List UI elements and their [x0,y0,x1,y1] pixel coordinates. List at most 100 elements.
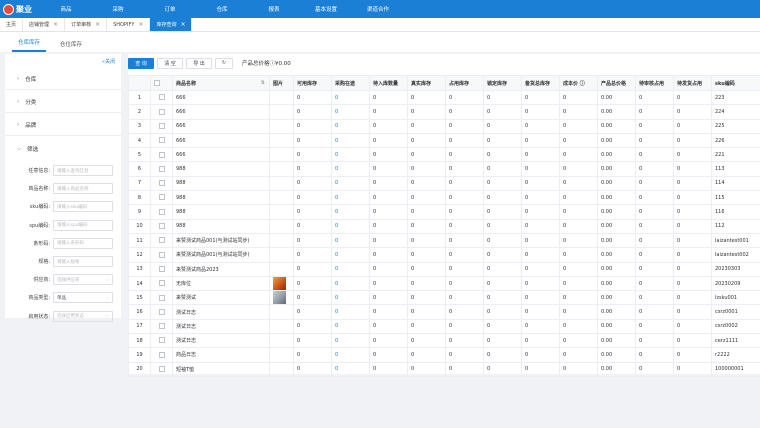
value-cell[interactable]: 0 [331,261,370,277]
value-cell[interactable]: 0 [331,89,370,106]
table-row[interactable]: 12 来赞测试商品001(与测试站同步) 0 0 0 0 0 0 0 0 0.00 0 0 laizant… [128,247,760,263]
table-row[interactable]: 2 666 0 0 0 0 0 0 0 0 0.00 0 0 224 [128,104,760,120]
filter-input[interactable]: 请输入查询信息 [53,165,113,176]
row-checkbox[interactable] [158,294,165,301]
row-checkbox-cell[interactable] [150,318,173,335]
sort-icon[interactable]: ⇅ [261,80,265,86]
value-cell[interactable]: 0 [331,232,370,249]
value-cell[interactable]: 0 [331,118,370,134]
value-cell[interactable]: 0 [331,304,370,320]
row-checkbox[interactable] [158,265,165,272]
table-row[interactable]: 15 来赞测试 0 0 0 0 0 0 0 0 0.00 0 0 lzsku001 [128,290,760,306]
row-checkbox[interactable] [158,280,165,287]
tab-4[interactable]: 库存查询 × [150,18,193,31]
row-checkbox-cell[interactable] [150,333,173,349]
value-cell[interactable]: 0 [331,147,370,163]
row-checkbox[interactable] [158,194,165,201]
row-checkbox[interactable] [158,323,165,330]
value-cell[interactable]: 0 [331,247,370,263]
table-row[interactable]: 16 测试日志 0 0 0 0 0 0 0 0 0.00 0 0 csrz0001 [128,304,760,320]
sidebar-section-0[interactable]: › 仓库 [5,68,121,90]
row-checkbox-cell[interactable] [150,204,173,220]
select-all-checkbox[interactable] [154,79,160,86]
value-cell[interactable]: 0 [331,218,370,234]
value-cell[interactable]: 0 [331,347,370,363]
row-checkbox[interactable] [158,251,165,258]
filter-input[interactable]: 请输入规格 [53,256,113,267]
row-checkbox-cell[interactable] [150,304,173,320]
filter-select[interactable]: 选择供应商 ⌵ [53,274,113,286]
table-row[interactable]: 17 测试日志 0 0 0 0 0 0 0 0 0.00 0 0 csrz0002 [128,318,760,335]
table-row[interactable]: 5 666 0 0 0 0 0 0 0 0 0.00 0 0 221 [128,147,760,163]
table-row[interactable]: 11 来赞测试商品001(与测试站同步) 0 0 0 0 0 0 0 0 0.00 0 0 laizant… [128,232,760,249]
tab-3[interactable]: SHOPIFY × [107,18,151,31]
filter-select[interactable]: 选择启用状态 ⌵ [53,310,113,322]
row-checkbox-cell[interactable] [150,275,173,292]
filter-select[interactable]: 单品 ⌵ [53,292,113,304]
table-row[interactable]: 1 666 0 0 0 0 0 0 0 0 0.00 0 0 223 [128,89,760,106]
close-tab-icon[interactable]: × [138,21,143,28]
subtab-0[interactable]: 仓库库存 [12,38,47,52]
row-checkbox-cell[interactable] [150,261,173,277]
table-row[interactable]: 6 988 0 0 0 0 0 0 0 0 0.00 0 0 113 [128,161,760,177]
row-checkbox[interactable] [158,223,165,230]
filter-input[interactable]: 请输入商品名称 [53,183,113,195]
row-checkbox[interactable] [158,351,165,358]
row-checkbox-cell[interactable] [150,132,173,149]
clear-button[interactable]: 清 空 [157,57,183,69]
refresh-button[interactable]: ↻ [215,57,233,69]
filter-input[interactable]: 请输入条形码 [53,237,113,249]
nav-item-5[interactable]: 基本设置 [300,5,352,13]
column-header-2[interactable]: 商品名称 ⇅ [172,75,270,91]
nav-item-6[interactable]: 渠道合作 [352,5,404,13]
nav-item-2[interactable]: 订单 [144,5,196,13]
nav-item-1[interactable]: 采购 [92,5,144,13]
close-tab-icon[interactable]: × [95,21,100,28]
column-header-1[interactable] [150,75,173,91]
row-checkbox[interactable] [158,337,165,344]
table-row[interactable]: 18 测试日志 0 0 0 0 0 0 0 0 0.00 0 0 cerz1111 [128,333,760,349]
sidebar-section-1[interactable]: › 分类 [5,91,121,113]
value-cell[interactable]: 0 [331,161,370,177]
tab-1[interactable]: 店铺管理 × [23,18,66,31]
row-checkbox-cell[interactable] [150,104,173,120]
tab-0[interactable]: 主页 [0,18,24,31]
row-checkbox[interactable] [158,94,165,101]
value-cell[interactable]: 0 [331,318,370,335]
tab-2[interactable]: 订单审核 × [65,18,108,31]
row-checkbox-cell[interactable] [150,347,173,363]
row-checkbox-cell[interactable] [150,161,173,177]
filter-input[interactable]: 请输入sku编码 [53,201,113,213]
table-row[interactable]: 8 988 0 0 0 0 0 0 0 0 0.00 0 0 115 [128,190,760,206]
row-checkbox[interactable] [158,366,165,373]
row-checkbox-cell[interactable] [150,247,173,263]
row-checkbox-cell[interactable] [150,190,173,206]
filter-section-header[interactable]: ⌵ 筛选 [5,138,121,160]
collapse-sidebar-link[interactable]: «关闭 [102,58,115,65]
nav-item-4[interactable]: 报表 [248,5,300,13]
nav-item-3[interactable]: 仓库 [196,5,248,13]
row-checkbox-cell[interactable] [150,147,173,163]
row-checkbox-cell[interactable] [150,175,173,192]
row-checkbox[interactable] [158,122,165,129]
table-row[interactable]: 14 无库位 0 0 0 0 0 0 0 0 0.00 0 0 20230209 [128,275,760,292]
subtab-1[interactable]: 仓位库存 [54,40,88,52]
nav-item-0[interactable]: 商品 [40,5,92,13]
product-thumbnail[interactable] [273,277,286,290]
value-cell[interactable]: 0 [331,275,370,292]
row-checkbox-cell[interactable] [150,232,173,249]
row-checkbox[interactable] [158,308,165,315]
filter-input[interactable]: 请输入spu编码 [53,219,113,231]
row-checkbox[interactable] [158,180,165,187]
row-checkbox[interactable] [158,165,165,172]
table-row[interactable]: 10 988 0 0 0 0 0 0 0 0 0.00 0 0 112 [128,218,760,234]
row-checkbox-cell[interactable] [150,290,173,306]
table-row[interactable]: 3 666 0 0 0 0 0 0 0 0 0.00 0 0 225 [128,118,760,134]
close-tab-icon[interactable]: × [53,21,58,28]
value-cell[interactable]: 0 [331,290,370,306]
app-logo[interactable]: 聚业 [0,0,40,18]
product-thumbnail[interactable] [273,291,286,304]
table-row[interactable]: 4 666 0 0 0 0 0 0 0 0 0.00 0 0 226 [128,132,760,149]
value-cell[interactable]: 0 [331,333,370,349]
row-checkbox[interactable] [158,151,165,158]
